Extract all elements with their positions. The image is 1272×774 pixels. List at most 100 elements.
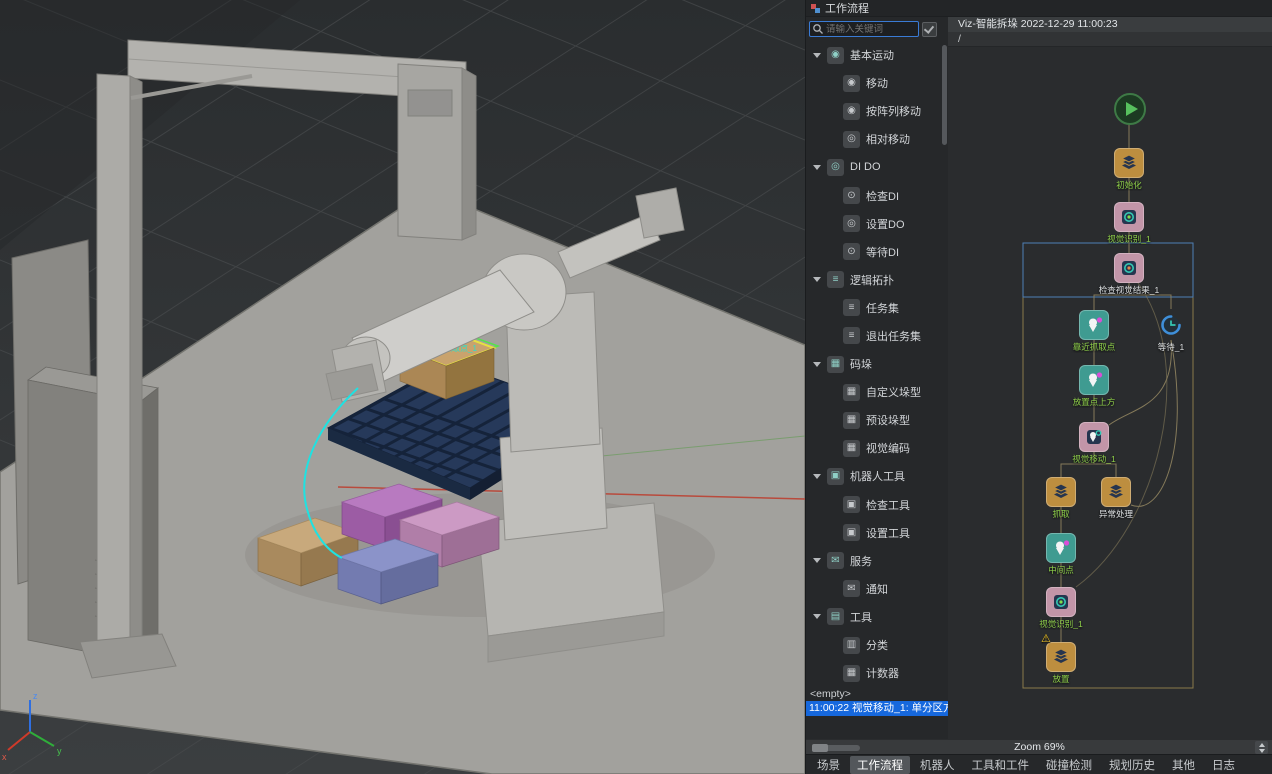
stack-icon: ≡ [843, 299, 860, 316]
3d-viewport[interactable]: 抓取点 抓取点_1 [0, 0, 805, 774]
chevron-down-icon[interactable] [813, 362, 821, 367]
chevron-down-icon[interactable] [813, 614, 821, 619]
workflow-graph[interactable]: 初始化 视觉识别_1 检查视觉结果_1 [948, 47, 1272, 739]
tree-item-move[interactable]: ◉移动 [806, 69, 948, 97]
search-input[interactable] [824, 24, 918, 35]
tree-cat-basic-motion[interactable]: ◉基本运动 [806, 41, 948, 69]
node-vision-move-1[interactable] [1079, 422, 1109, 452]
move-pin-icon [1051, 538, 1071, 558]
tree-item-check-tool[interactable]: ▣检查工具 [806, 491, 948, 519]
status-log-entry[interactable]: 11:00:22 视觉移动_1: 单分区方 [806, 701, 948, 716]
task-set-icon [1106, 482, 1126, 502]
tab-others[interactable]: 其他 [1165, 756, 1202, 774]
node-vision-recognize-1[interactable] [1114, 202, 1144, 232]
wait-clock-icon [1159, 313, 1183, 337]
tree-item-task-set[interactable]: ≡任务集 [806, 294, 948, 322]
spin-up-icon[interactable] [1259, 743, 1265, 747]
io-icon: ⊙ [843, 243, 860, 260]
step-tree: ◉基本运动 ◉移动 ◉按阵列移动 ◎相对移动 ◎DI DO ⊙检查DI ◎设置D… [806, 41, 948, 688]
camera-check-icon [1119, 258, 1139, 278]
tree-item-counter[interactable]: ▦计数器 [806, 659, 948, 687]
chevron-down-icon[interactable] [813, 165, 821, 170]
spin-down-icon[interactable] [1259, 749, 1265, 753]
node-init[interactable] [1114, 148, 1144, 178]
z-axis-label: z [33, 691, 38, 701]
tree-item-move-by-grid[interactable]: ◉按阵列移动 [806, 97, 948, 125]
tool-icon: ▣ [843, 524, 860, 541]
tab-collision-detection[interactable]: 碰撞检测 [1039, 756, 1099, 774]
play-icon [1113, 92, 1147, 126]
tree-item-wait-di[interactable]: ⊙等待DI [806, 238, 948, 266]
chevron-down-icon[interactable] [813, 53, 821, 58]
tree-item-set-tool[interactable]: ▣设置工具 [806, 519, 948, 547]
chevron-down-icon[interactable] [813, 558, 821, 563]
node-grasp[interactable] [1046, 477, 1076, 507]
node-place[interactable]: ⚠ [1046, 642, 1076, 672]
tree-cat-logic-topology[interactable]: ≡逻辑拓扑 [806, 266, 948, 294]
search-box [809, 21, 919, 37]
tab-scene[interactable]: 场景 [810, 756, 847, 774]
node-label: 初始化 [1084, 179, 1174, 191]
tree-cat-robot-tool[interactable]: ▣机器人工具 [806, 462, 948, 490]
tab-log[interactable]: 日志 [1205, 756, 1242, 774]
tree-item-set-do[interactable]: ◎设置DO [806, 210, 948, 238]
node-exception-handling[interactable] [1101, 477, 1131, 507]
gear-icon: ▤ [827, 608, 844, 625]
tree-cat-di-do[interactable]: ◎DI DO [806, 153, 948, 181]
mail-icon: ✉ [827, 552, 844, 569]
breadcrumb[interactable]: / [948, 32, 1272, 47]
panel-title: 工作流程 [825, 0, 869, 16]
grid-icon: ▦ [827, 356, 844, 373]
tree-item-exit-task-set[interactable]: ≡退出任务集 [806, 322, 948, 350]
tab-tools-workpieces[interactable]: 工具和工件 [965, 756, 1037, 774]
node-label: 视觉移动_1 [1049, 453, 1139, 465]
tab-workflow[interactable]: 工作流程 [850, 756, 910, 774]
empty-label: <empty> [806, 688, 948, 701]
node-check-vision-result-1[interactable] [1114, 253, 1144, 283]
tree-cat-palletizing[interactable]: ▦码垛 [806, 350, 948, 378]
tree-item-relative-move[interactable]: ◎相对移动 [806, 125, 948, 153]
io-icon: ◎ [843, 215, 860, 232]
pin-icon: ◉ [843, 103, 860, 120]
counter-icon: ▦ [843, 665, 860, 682]
grid-icon: ▦ [843, 412, 860, 429]
node-label: 视觉识别_1 [1016, 618, 1106, 630]
node-label: 视觉识别_1 [1084, 233, 1174, 245]
tree-item-custom-pattern[interactable]: ▦自定义垛型 [806, 378, 948, 406]
node-vision-recognize-2[interactable] [1046, 587, 1076, 617]
tree-item-notify[interactable]: ✉通知 [806, 575, 948, 603]
workflow-canvas[interactable]: Viz-智能拆垛 2022-12-29 11:00:23 / [948, 17, 1272, 739]
node-wait-1[interactable] [1156, 310, 1186, 340]
move-pin-icon [1084, 370, 1104, 390]
pin-icon: ◉ [843, 75, 860, 92]
camera-icon [1051, 592, 1071, 612]
stack-icon: ≡ [827, 271, 844, 288]
tree-cat-tools[interactable]: ▤工具 [806, 603, 948, 631]
pin-icon: ◉ [827, 47, 844, 64]
tree-item-vision-coding[interactable]: ▦视觉编码 [806, 434, 948, 462]
chevron-down-icon[interactable] [813, 474, 821, 479]
tree-cat-service[interactable]: ✉服务 [806, 547, 948, 575]
tab-robot[interactable]: 机器人 [913, 756, 962, 774]
zoom-level: Zoom 69% [806, 740, 1272, 755]
chevron-down-icon[interactable] [813, 277, 821, 282]
tree-item-classify[interactable]: ▥分类 [806, 631, 948, 659]
io-icon: ◎ [827, 159, 844, 176]
application-window: 抓取点 抓取点_1 [0, 0, 1272, 774]
zoom-bar: Zoom 69% [806, 739, 1272, 754]
node-label: 放置 [1016, 673, 1106, 685]
tab-planning-history[interactable]: 规划历史 [1102, 756, 1162, 774]
search-filter-checkbox[interactable] [922, 22, 937, 37]
bottom-tab-bar: 场景 工作流程 机器人 工具和工件 碰撞检测 规划历史 其他 日志 [806, 754, 1272, 774]
node-intermediate-point[interactable] [1046, 533, 1076, 563]
tree-item-preset-pattern[interactable]: ▦预设垛型 [806, 406, 948, 434]
tree-scrollbar[interactable] [942, 43, 947, 698]
grid-icon: ▦ [843, 384, 860, 401]
zoom-spinner[interactable] [1255, 741, 1268, 754]
x-axis-label: x [2, 752, 7, 762]
node-start[interactable] [1113, 92, 1147, 126]
panel-header: 工作流程 [806, 0, 1272, 17]
node-above-place-point[interactable] [1079, 365, 1109, 395]
tree-item-check-di[interactable]: ⊙检查DI [806, 181, 948, 209]
node-approach-pick-point[interactable] [1079, 310, 1109, 340]
